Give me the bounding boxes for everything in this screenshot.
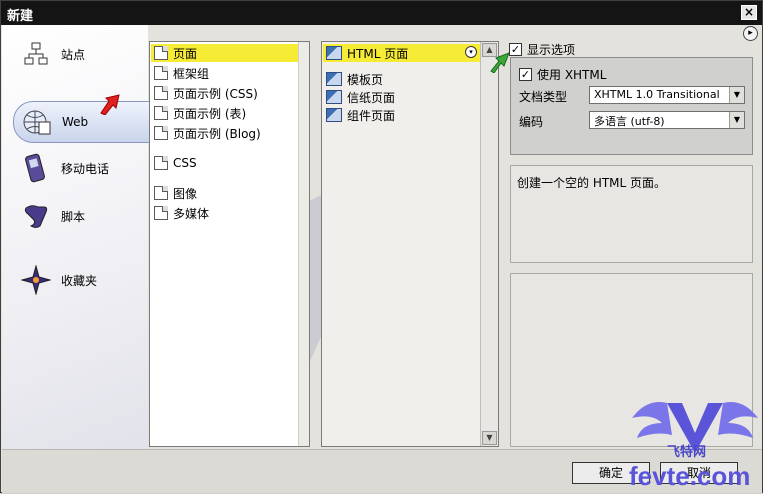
category-favorites[interactable]: 收藏夹	[21, 259, 97, 301]
scroll-down-button[interactable]: ▼	[482, 431, 497, 445]
site-icon	[21, 39, 51, 69]
options-toggle-button[interactable]: ▸	[743, 26, 758, 41]
item-label: 组件页面	[347, 108, 396, 123]
category-web[interactable]: Web	[13, 101, 161, 143]
page-icon	[154, 46, 168, 60]
item-label: CSS	[173, 156, 197, 170]
category-label: Web	[62, 115, 89, 129]
item-label: 页面示例 (CSS)	[173, 86, 258, 101]
doc-type-select[interactable]: XHTML 1.0 Transitional ▼	[589, 86, 745, 104]
list-item-css[interactable]: CSS	[154, 154, 197, 172]
html-template-icon	[326, 46, 342, 60]
new-dialog: 新建 × ▸ 站点 Web 移动电话 脚本 收藏夹 页面 框架组 页面示例 (C…	[0, 0, 763, 493]
use-xhtml-label: 使用 XHTML	[537, 68, 607, 82]
list-item-image[interactable]: 图像	[154, 184, 197, 202]
template-icon	[326, 90, 342, 104]
description-panel: 创建一个空的 HTML 页面。	[510, 165, 753, 263]
script-icon	[21, 201, 51, 231]
css-file-icon	[154, 156, 168, 170]
list-item-sample-blog[interactable]: 页面示例 (Blog)	[154, 124, 261, 142]
encoding-select[interactable]: 多语言 (utf-8) ▼	[589, 111, 745, 129]
chevron-down-icon[interactable]: ▼	[729, 87, 744, 103]
description-text: 创建一个空的 HTML 页面。	[517, 176, 667, 190]
list-item-multimedia[interactable]: 多媒体	[154, 204, 209, 222]
list-item-sample-table[interactable]: 页面示例 (表)	[154, 104, 246, 122]
item-label: 信纸页面	[347, 90, 396, 105]
item-label: 页面	[173, 46, 198, 61]
favorites-star-icon	[21, 265, 51, 295]
list-item-html-page[interactable]: HTML 页面 ▾	[323, 44, 481, 62]
close-button[interactable]: ×	[741, 5, 757, 20]
watermark-site: fevte.com	[629, 461, 751, 491]
item-label: 多媒体	[173, 206, 210, 221]
template-icon	[326, 108, 342, 122]
encoding-label: 编码	[519, 115, 544, 129]
web-icon	[22, 107, 52, 137]
list-item-frameset[interactable]: 框架组	[154, 64, 209, 82]
chevron-down-icon[interactable]: ▼	[729, 112, 744, 128]
title-bar: 新建 ×	[1, 1, 762, 25]
list-item-sample-css[interactable]: 页面示例 (CSS)	[154, 84, 258, 102]
category-script[interactable]: 脚本	[21, 195, 85, 237]
dialog-title: 新建	[7, 9, 34, 24]
category-label: 收藏夹	[61, 273, 98, 288]
type-list[interactable]: 页面 框架组 页面示例 (CSS) 页面示例 (表) 页面示例 (Blog) C…	[149, 41, 310, 447]
category-label: 移动电话	[61, 161, 110, 176]
category-label: 脚本	[61, 209, 86, 224]
list-item-page[interactable]: 页面	[151, 44, 299, 62]
page-sample-icon	[154, 86, 168, 100]
show-options-label: 显示选项	[527, 43, 576, 57]
red-pointer-arrow-icon	[100, 94, 120, 115]
watermark-brand: 飞特网	[667, 445, 707, 460]
template-list-scrollbar[interactable]: ▲ ▼	[480, 42, 498, 446]
list-item-template-page[interactable]: 模板页	[326, 70, 383, 88]
category-site[interactable]: 站点	[21, 33, 85, 75]
use-xhtml-checkbox[interactable]: ✓ 使用 XHTML	[519, 66, 606, 83]
select-value: XHTML 1.0 Transitional	[594, 88, 720, 101]
template-list[interactable]: HTML 页面 ▾ 模板页 信纸页面 组件页面 ▲ ▼	[321, 41, 499, 447]
list-item-stationery-page[interactable]: 信纸页面	[326, 88, 395, 106]
dropdown-circle-icon[interactable]: ▾	[465, 46, 477, 58]
show-options-checkbox[interactable]: ✓ 显示选项	[509, 41, 575, 58]
list-item-component-page[interactable]: 组件页面	[326, 106, 395, 124]
page-sample-icon	[154, 106, 168, 120]
item-label: 图像	[173, 186, 198, 201]
doc-type-label: 文档类型	[519, 90, 568, 104]
item-label: 框架组	[173, 66, 210, 81]
select-value: 多语言 (utf-8)	[594, 115, 665, 128]
watermark: 飞特网 fevte.com	[627, 393, 763, 494]
green-pointer-arrow-icon	[490, 52, 510, 73]
image-icon	[154, 186, 168, 200]
mobile-phone-icon	[21, 153, 51, 183]
multimedia-icon	[154, 206, 168, 220]
category-pane	[2, 25, 148, 449]
play-icon: ▸	[748, 28, 753, 38]
item-label: 页面示例 (Blog)	[173, 126, 261, 141]
page-sample-icon	[154, 126, 168, 140]
frameset-icon	[154, 66, 168, 80]
options-panel: ✓ 使用 XHTML 文档类型 XHTML 1.0 Transitional ▼…	[510, 57, 753, 155]
category-mobile[interactable]: 移动电话	[21, 147, 109, 189]
checkbox-checked[interactable]: ✓	[519, 68, 532, 81]
category-label: 站点	[61, 47, 86, 62]
template-icon	[326, 72, 342, 86]
item-label: HTML 页面	[347, 46, 409, 61]
item-label: 页面示例 (表)	[173, 106, 247, 121]
item-label: 模板页	[347, 72, 384, 87]
type-list-scrollbar[interactable]	[298, 42, 309, 446]
checkbox-checked[interactable]: ✓	[509, 43, 522, 56]
